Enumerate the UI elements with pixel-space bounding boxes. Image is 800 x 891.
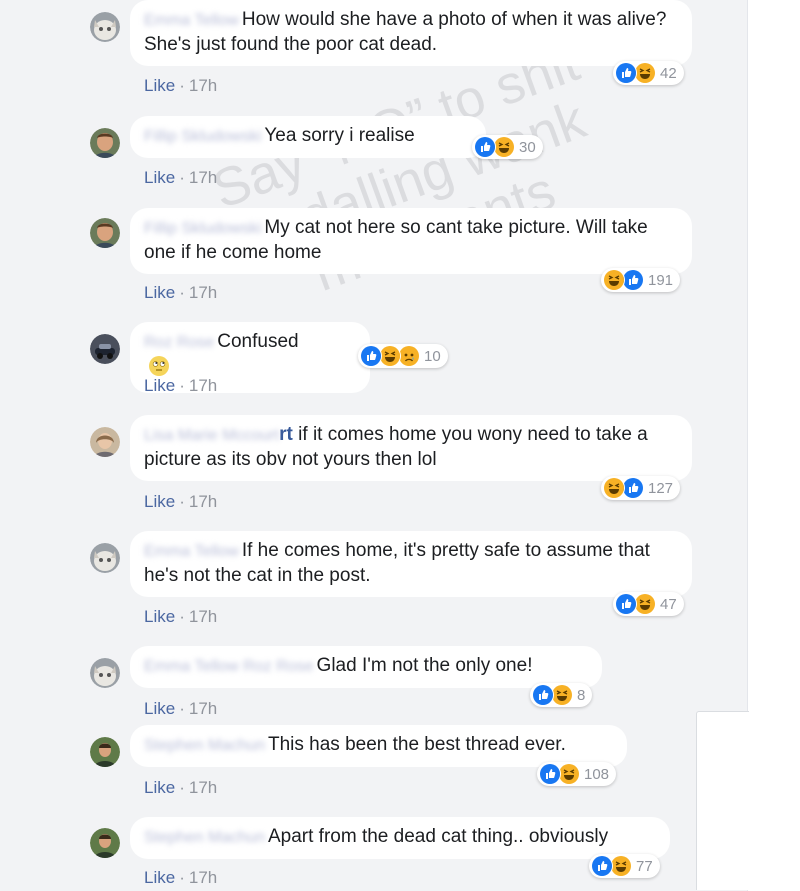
avatar-man-outdoor[interactable] [90, 737, 120, 767]
reactions-summary[interactable]: 47 [613, 592, 684, 616]
comment-author[interactable]: Roz Rose [144, 334, 214, 351]
comment-actions: Like · 17h [144, 376, 218, 395]
comment-bubble: Lisa Marie Mccourtrt if it comes home yo… [130, 415, 692, 481]
comment-author[interactable]: Stephen Machun [144, 829, 265, 846]
haha-icon [634, 62, 656, 84]
comment-author[interactable]: Lisa Marie Mccourt [144, 427, 279, 444]
avatar-woman[interactable] [90, 427, 120, 457]
reaction-count: 10 [424, 347, 441, 365]
comment-actions: Like · 17h [144, 778, 218, 797]
like-link[interactable]: Like [144, 868, 175, 887]
sad-icon [398, 345, 420, 367]
comment-bubble: Emma Tellow How would she have a photo of… [130, 0, 692, 66]
comment-actions: Like · 17h [144, 492, 218, 511]
like-icon [622, 269, 644, 291]
comment-author[interactable]: Stephen Machun [144, 737, 265, 754]
comment-text: Apart from the dead cat thing.. obviousl… [267, 826, 609, 847]
haha-icon [493, 136, 515, 158]
like-link[interactable]: Like [144, 376, 175, 395]
reaction-count: 30 [519, 138, 536, 156]
like-icon [622, 477, 644, 499]
comment-time[interactable]: 17h [189, 76, 217, 95]
haha-icon [603, 477, 625, 499]
like-link[interactable]: Like [144, 492, 175, 511]
reactions-summary[interactable]: 191 [601, 268, 681, 292]
like-link[interactable]: Like [144, 607, 175, 626]
comment-text: Yea sorry i realise [264, 125, 415, 146]
haha-icon [634, 593, 656, 615]
comment-time[interactable]: 17h [189, 168, 217, 187]
comment-author[interactable]: Fillip Skludowski [144, 128, 261, 145]
haha-icon [558, 763, 580, 785]
avatar-man[interactable] [90, 128, 120, 158]
comment-author[interactable]: Emma Tellow Roz Rose [144, 658, 314, 675]
reactions-summary[interactable]: 8 [530, 683, 593, 707]
like-link[interactable]: Like [144, 778, 175, 797]
comment-bubble: Stephen Machun Apart from the dead cat th… [130, 817, 670, 859]
avatar-cat[interactable] [90, 658, 120, 688]
haha-icon [551, 684, 573, 706]
haha-icon [379, 345, 401, 367]
like-icon [360, 345, 382, 367]
haha-icon [610, 855, 632, 877]
tagged-name-tail[interactable]: rt [279, 424, 293, 445]
avatar-man-outdoor[interactable] [90, 828, 120, 858]
haha-icon [603, 269, 625, 291]
reactions-summary[interactable]: 30 [472, 135, 543, 159]
comment-time[interactable]: 17h [189, 699, 217, 718]
reactions-summary[interactable]: 77 [589, 854, 660, 878]
comment-time[interactable]: 17h [189, 778, 217, 797]
like-icon [615, 62, 637, 84]
avatar-car[interactable] [90, 334, 120, 364]
comment-bubble: Emma Tellow Roz Rose Glad I'm not the onl… [130, 646, 602, 688]
reaction-count: 127 [648, 479, 674, 497]
comment-time[interactable]: 17h [189, 492, 217, 511]
comment-bubble: Fillip Skludowski My cat not here so cant… [130, 208, 692, 274]
like-link[interactable]: Like [144, 699, 175, 718]
comment-time[interactable]: 17h [189, 283, 217, 302]
like-icon [615, 593, 637, 615]
like-icon [474, 136, 496, 158]
reaction-count: 8 [577, 686, 586, 704]
reactions-summary[interactable]: 108 [537, 762, 617, 786]
reaction-count: 77 [636, 857, 653, 875]
reaction-count: 42 [660, 64, 677, 82]
comment-time[interactable]: 17h [189, 607, 217, 626]
comment-actions: Like · 17h [144, 607, 218, 626]
comment-author[interactable]: Emma Tellow [144, 12, 239, 29]
like-icon [532, 684, 554, 706]
reactions-summary[interactable]: 10 [358, 344, 448, 368]
like-link[interactable]: Like [144, 76, 175, 95]
comment-author[interactable]: Emma Tellow [144, 543, 239, 560]
comment-text: This has been the best thread ever. [267, 734, 566, 755]
comment-actions: Like · 17h [144, 283, 218, 302]
chat-tab[interactable] [696, 711, 749, 890]
avatar-cat[interactable] [90, 543, 120, 573]
reaction-count: 191 [648, 271, 674, 289]
reactions-summary[interactable]: 127 [601, 476, 681, 500]
like-icon [591, 855, 613, 877]
like-link[interactable]: Like [144, 168, 175, 187]
comment-actions: Like · 17h [144, 868, 218, 887]
comment-time[interactable]: 17h [189, 376, 217, 395]
avatar-man[interactable] [90, 218, 120, 248]
reactions-summary[interactable]: 42 [613, 61, 684, 85]
reaction-count: 47 [660, 595, 677, 613]
comment-bubble: Stephen Machun This has been the best thr… [130, 725, 627, 767]
comment-author[interactable]: Fillip Skludowski [144, 220, 261, 237]
comment-actions: Like · 17h [144, 76, 218, 95]
reaction-count: 108 [584, 765, 610, 783]
right-column [748, 0, 800, 891]
like-icon [539, 763, 561, 785]
comment-text: Glad I'm not the only one! [316, 655, 533, 676]
comment-actions: Like · 17h [144, 699, 218, 718]
comment-time[interactable]: 17h [189, 868, 217, 887]
comment-text: Confused [217, 331, 299, 352]
comment-actions: Like · 17h [144, 168, 218, 187]
comment-bubble: Fillip Skludowski Yea sorry i realise [130, 116, 486, 158]
avatar-cat[interactable] [90, 12, 120, 42]
comment-bubble: Emma Tellow If he comes home, it's pretty… [130, 531, 692, 597]
like-link[interactable]: Like [144, 283, 175, 302]
